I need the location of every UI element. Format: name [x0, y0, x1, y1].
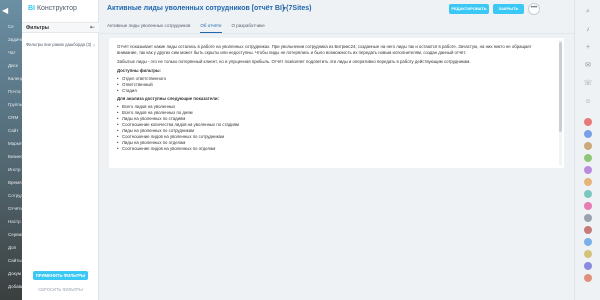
page-title[interactable]: Активные лиды уволенных сотрудников [отч…	[107, 5, 311, 12]
reset-filters-button[interactable]: СБРОСИТЬ ФИЛЬТРЫ	[33, 287, 88, 292]
avatar[interactable]	[584, 262, 592, 270]
tab-about-developer[interactable]: О разработчике	[232, 22, 265, 33]
portal-menu-item[interactable]: Сервисы	[8, 232, 22, 237]
avatar[interactable]	[584, 130, 592, 138]
app-title-bi: BI	[28, 5, 35, 12]
chevron-down-icon[interactable]: ▾	[283, 5, 286, 12]
portal-menu-item[interactable]: Инстр	[8, 167, 21, 172]
portal-menu-item[interactable]: CRM	[8, 115, 18, 120]
portal-menu-item[interactable]: Маркет	[8, 141, 22, 146]
portal-menu-item[interactable]: Докум	[8, 271, 21, 276]
avatar[interactable]	[584, 250, 592, 258]
tab-divider	[99, 33, 574, 34]
avatar[interactable]	[584, 226, 592, 234]
avatar[interactable]	[584, 190, 592, 198]
collapse-menu-icon[interactable]: ◀	[2, 6, 8, 15]
collapse-panel-icon[interactable]: ⇤	[90, 24, 95, 31]
bell-icon[interactable]: ♪	[582, 24, 594, 36]
portal-menu-item[interactable]: Время	[8, 180, 22, 185]
avatar[interactable]	[584, 166, 592, 174]
list-item: Стадия	[117, 88, 547, 94]
app-title-subtitle: Конструктор	[36, 5, 77, 12]
filter-panel: BI Конструктор Фильтры ⇤ Фильтры вне рам…	[22, 0, 99, 300]
filter-item[interactable]: Фильтры вне рамок дашборда (3)	[26, 42, 92, 48]
avatar[interactable]	[584, 118, 592, 126]
portal-menu-item[interactable]: Группы	[8, 102, 22, 107]
portal-menu-item[interactable]: Се	[8, 24, 14, 29]
avatar[interactable]	[584, 142, 592, 150]
avatar[interactable]	[584, 274, 592, 282]
app-title[interactable]: BI Конструктор	[28, 5, 77, 12]
portal-menu-item[interactable]: Бизнес	[8, 154, 22, 159]
about-card: Отчёт показывает какие лиды остались в р…	[109, 38, 564, 168]
close-button[interactable]: ЗАКРЫТЬ	[493, 4, 524, 14]
about-intro: Отчёт показывает какие лиды остались в р…	[117, 44, 532, 55]
portal-menu-item[interactable]: Почта	[8, 89, 21, 94]
filters-heading: Доступны фильтры:	[117, 68, 161, 73]
users-icon[interactable]: ☺	[582, 96, 594, 108]
portal-menu-item[interactable]: Чат	[8, 50, 15, 55]
metrics-heading: Для анализа доступны следующие показател…	[117, 96, 219, 101]
portal-menu-item[interactable]: Задачи	[8, 37, 22, 42]
phone-icon[interactable]: ☏	[582, 78, 594, 90]
tabs: Активные лиды уволенных сотрудников Об о…	[107, 22, 265, 33]
about-summary: Забытые лиды - это не только потерянный …	[117, 59, 471, 64]
scrollbar[interactable]	[559, 40, 562, 166]
portal-menu-item[interactable]: Сайт	[8, 128, 18, 133]
scrollbar-thumb[interactable]	[559, 42, 562, 132]
search-icon[interactable]: ⌕	[582, 6, 594, 18]
portal-menu-item[interactable]: Отчёты	[8, 206, 22, 211]
portal-right-panel: ⌕ ♪ + ✉ ☏ ☺	[574, 0, 600, 300]
more-button[interactable]: •••	[528, 3, 540, 15]
portal-menu-item[interactable]: Доп	[8, 245, 16, 250]
avatar[interactable]	[584, 178, 592, 186]
filter-label: Фильтры	[26, 25, 49, 31]
portal-menu-item[interactable]: Добавить	[8, 284, 22, 289]
plus-icon[interactable]: +	[582, 42, 594, 54]
portal-menu-item[interactable]: Сайты	[8, 258, 22, 263]
avatar[interactable]	[584, 202, 592, 210]
portal-menu-item[interactable]: Сотруд	[8, 193, 22, 198]
filters-list: Отдел ответственного Ответственный Стади…	[117, 76, 547, 94]
tab-active-leads[interactable]: Активные лиды уволенных сотрудников	[107, 22, 190, 33]
avatar[interactable]	[584, 238, 592, 246]
metrics-list: Всего лидов на уволенных Всего лидов на …	[117, 104, 547, 152]
tab-about-report[interactable]: Об отчёте	[200, 22, 222, 33]
avatar[interactable]	[584, 214, 592, 222]
edit-button[interactable]: РЕДАКТИРОВАТЬ	[449, 4, 489, 14]
portal-menu: ◀ Се Задачи Чат Диск Календ Почта Группы CRM Сай…	[0, 0, 22, 300]
avatar[interactable]	[584, 154, 592, 162]
chevron-right-icon[interactable]: ›	[93, 43, 95, 49]
list-item: Соотношение лидов на уволенных по отдела…	[117, 146, 547, 152]
portal-menu-item[interactable]: Диск	[8, 63, 18, 68]
main-content: Активные лиды уволенных сотрудников [отч…	[99, 0, 574, 300]
chat-icon[interactable]: ✉	[582, 60, 594, 72]
apply-filters-button[interactable]: ПРИМЕНИТЬ ФИЛЬТРЫ	[33, 271, 88, 280]
portal-menu-item[interactable]: Настр	[8, 219, 21, 224]
filter-header: Фильтры ⇤	[22, 22, 99, 33]
about-text: Отчёт показывает какие лиды остались в р…	[117, 44, 547, 154]
portal-menu-item[interactable]: Календ	[8, 76, 22, 81]
